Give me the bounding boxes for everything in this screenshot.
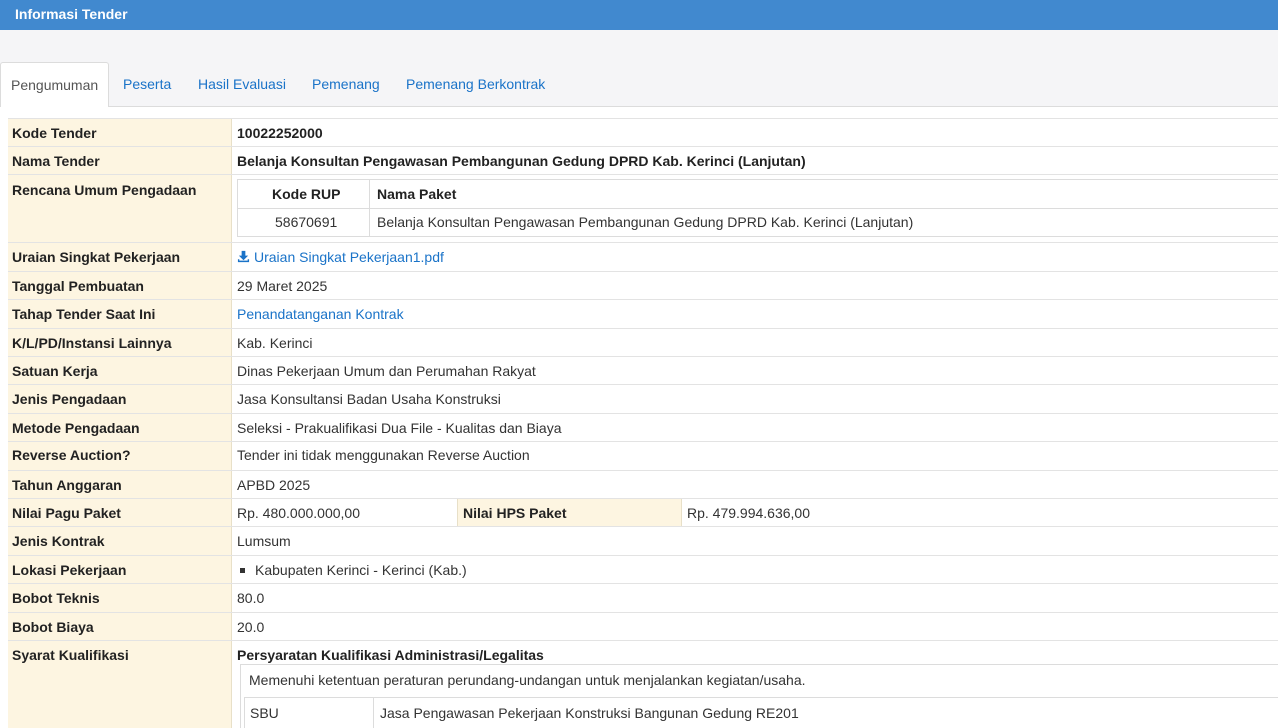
row-jenis-kontrak: Jenis Kontrak Lumsum [8,527,1278,556]
label-metode: Metode Pengadaan [8,414,232,441]
sbu-table: SBU Jasa Pengawasan Pekerjaan Konstruksi… [244,697,1278,728]
value-instansi: Kab. Kerinci [237,335,313,351]
row-jenis-pengadaan: Jenis Pengadaan Jasa Konsultansi Badan U… [8,385,1278,414]
value-reverse-auction: Tender ini tidak menggunakan Reverse Auc… [237,447,530,463]
lokasi-list-item: Kabupaten Kerinci - Kerinci (Kab.) [237,562,467,578]
value-bobot-biaya: 20.0 [237,619,265,635]
tender-info-panel: Kode Tender 10022252000 Nama Tender Bela… [0,107,1278,728]
row-syarat: Syarat Kualifikasi Persyaratan Kualifika… [8,641,1278,728]
value-tanggal: 29 Maret 2025 [237,278,328,294]
value-jenis-pengadaan: Jasa Konsultansi Badan Usaha Konstruksi [237,391,501,407]
label-satker: Satuan Kerja [8,357,232,384]
label-hps: Nilai HPS Paket [457,499,682,526]
rup-nama-value: Belanja Konsultan Pengawasan Pembangunan… [377,214,914,230]
label-pagu: Nilai Pagu Paket [8,499,232,526]
row-metode: Metode Pengadaan Seleksi - Prakualifikas… [8,414,1278,442]
row-tahun: Tahun Anggaran APBD 2025 [8,471,1278,499]
value-bobot-teknis: 80.0 [237,590,265,606]
row-kode-tender: Kode Tender 10022252000 [8,118,1278,147]
label-uraian: Uraian Singkat Pekerjaan [8,243,232,271]
value-metode: Seleksi - Prakualifikasi Dua File - Kual… [237,420,562,436]
rup-table: Kode RUP Nama Paket 58670691 Belanja Kon… [237,179,1278,237]
row-uraian: Uraian Singkat Pekerjaan Uraian Singkat … [8,243,1278,272]
page-title: Informasi Tender [15,6,128,22]
value-jenis-kontrak: Lumsum [237,533,291,549]
row-rencana-umum: Rencana Umum Pengadaan Kode RUP Nama Pak… [8,175,1278,243]
row-nama-tender: Nama Tender Belanja Konsultan Pengawasan… [8,147,1278,175]
value-kode-tender: 10022252000 [237,125,323,141]
row-instansi: K/L/PD/Instansi Lainnya Kab. Kerinci [8,329,1278,357]
label-rencana-umum: Rencana Umum Pengadaan [8,175,232,242]
value-hps: Rp. 479.994.636,00 [687,505,810,521]
sbu-label: SBU [250,705,279,721]
row-reverse-auction: Reverse Auction? Tender ini tidak menggu… [8,442,1278,471]
label-tahun: Tahun Anggaran [8,471,232,498]
value-pagu: Rp. 480.000.000,00 [237,505,360,521]
bullet-icon [240,567,245,573]
row-lokasi: Lokasi Pekerjaan Kabupaten Kerinci - Ker… [8,556,1278,584]
tab-hasil-evaluasi[interactable]: Hasil Evaluasi [198,62,286,107]
tab-pemenang-berkontrak[interactable]: Pemenang Berkontrak [406,62,545,107]
label-syarat: Syarat Kualifikasi [8,641,232,728]
label-jenis-kontrak: Jenis Kontrak [8,527,232,555]
row-tahap: Tahap Tender Saat Ini Penandatanganan Ko… [8,300,1278,329]
rup-header-kode: Kode RUP [272,186,341,202]
label-reverse-auction: Reverse Auction? [8,442,232,470]
label-tanggal: Tanggal Pembuatan [8,272,232,299]
syarat-note: Memenuhi ketentuan peraturan perundang-u… [249,672,806,688]
rup-header-nama: Nama Paket [377,186,457,202]
syarat-box: Memenuhi ketentuan peraturan perundang-u… [240,664,1278,728]
row-bobot-teknis: Bobot Teknis 80.0 [8,584,1278,613]
value-tahun: APBD 2025 [237,477,311,493]
tab-peserta[interactable]: Peserta [123,62,171,107]
row-satker: Satuan Kerja Dinas Pekerjaan Umum dan Pe… [8,357,1278,385]
label-kode-tender: Kode Tender [8,119,232,146]
uraian-filename: Uraian Singkat Pekerjaan1.pdf [254,249,444,265]
row-tanggal: Tanggal Pembuatan 29 Maret 2025 [8,272,1278,300]
label-nama-tender: Nama Tender [8,147,232,174]
tab-bar: Pengumuman Peserta Hasil Evaluasi Pemena… [0,62,1278,108]
rup-kode-value: 58670691 [275,214,338,230]
label-bobot-biaya: Bobot Biaya [8,613,232,640]
syarat-heading: Persyaratan Kualifikasi Administrasi/Leg… [237,647,544,663]
download-icon [237,250,250,263]
header-bar: Informasi Tender [0,0,1278,30]
tab-pengumuman[interactable]: Pengumuman [0,62,110,108]
label-lokasi: Lokasi Pekerjaan [8,556,232,583]
label-bobot-teknis: Bobot Teknis [8,584,232,612]
label-tahap: Tahap Tender Saat Ini [8,300,232,328]
row-bobot-biaya: Bobot Biaya 20.0 [8,613,1278,641]
value-lokasi: Kabupaten Kerinci - Kerinci (Kab.) [255,562,467,578]
row-nilai: Nilai Pagu Paket Rp. 480.000.000,00 Nila… [8,499,1278,527]
label-instansi: K/L/PD/Instansi Lainnya [8,329,232,356]
tab-pemenang[interactable]: Pemenang [312,62,380,107]
value-satker: Dinas Pekerjaan Umum dan Perumahan Rakya… [237,363,536,379]
tahap-link[interactable]: Penandatanganan Kontrak [237,306,404,322]
label-jenis-pengadaan: Jenis Pengadaan [8,385,232,413]
value-nama-tender: Belanja Konsultan Pengawasan Pembangunan… [237,153,806,169]
uraian-download-link[interactable]: Uraian Singkat Pekerjaan1.pdf [237,249,444,265]
sbu-value: Jasa Pengawasan Pekerjaan Konstruksi Ban… [380,705,799,721]
